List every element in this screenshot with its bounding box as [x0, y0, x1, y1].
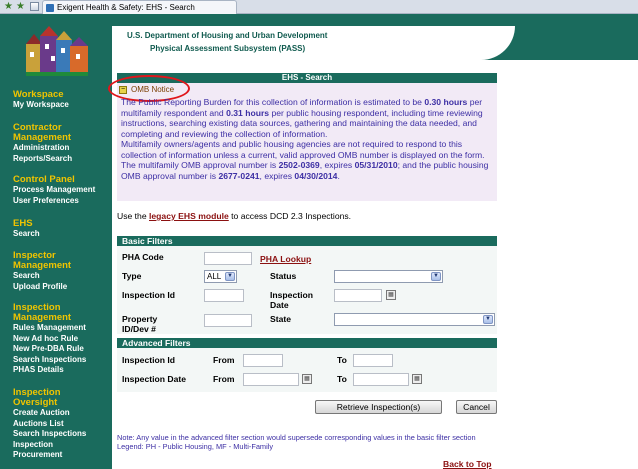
omb-text-bold: 0.31 hours: [226, 107, 270, 118]
chevron-down-icon[interactable]: ▼: [431, 272, 441, 281]
retrieve-inspections-button[interactable]: Retrieve Inspection(s): [315, 400, 442, 414]
adv-date-from-label: From: [213, 374, 235, 384]
inspection-id-label: Inspection Id: [122, 290, 175, 300]
omb-text-segment: The Public Reporting Burden for this col…: [121, 97, 425, 107]
pha-code-input[interactable]: [204, 252, 252, 265]
nav-section-control-panel: Control Panel Process Management User Pr…: [13, 175, 112, 206]
pha-code-label: PHA Code: [122, 252, 164, 262]
omb-text-bold: 2502-0369: [278, 160, 320, 170]
nav-link-inspection-procurement[interactable]: Inspection Procurement: [13, 440, 73, 461]
state-select[interactable]: ▼: [334, 313, 495, 326]
legacy-prefix: Use the: [117, 211, 150, 221]
omb-text-bold: 04/30/2014: [294, 170, 338, 181]
type-label: Type: [122, 271, 142, 281]
calendar-icon[interactable]: ▦: [386, 290, 396, 300]
quick-tabs-icon[interactable]: [30, 2, 39, 11]
calendar-icon[interactable]: ▦: [302, 374, 312, 384]
favorites-star-icon[interactable]: ★: [4, 1, 13, 13]
nav-link-inspector-search[interactable]: Search: [13, 271, 112, 282]
nav-link-ehs-search[interactable]: Search: [13, 229, 112, 240]
inspection-date-label: Inspection Date: [270, 290, 313, 310]
omb-notice-text: The Public Reporting Burden for this col…: [121, 97, 493, 181]
legend-note: Legend: PH - Public Housing, MF - Multi-…: [117, 442, 274, 451]
nav-link-process-management[interactable]: Process Management: [13, 185, 112, 196]
nav-link-reports-search[interactable]: Reports/Search: [13, 154, 112, 165]
nav-heading: Workspace: [13, 89, 64, 100]
adv-date-to-label: To: [337, 374, 347, 384]
nav-heading: Inspection Management: [13, 302, 72, 323]
inspection-id-input[interactable]: [204, 289, 244, 302]
omb-text-segment: , expires: [259, 170, 295, 181]
status-label: Status: [270, 271, 297, 281]
omb-text-segment: , expires: [319, 160, 355, 170]
advanced-filter-note: Note: Any value in the advanced filter s…: [117, 433, 476, 442]
chevron-down-icon[interactable]: ▼: [483, 315, 493, 324]
agency-name: U.S. Department of Housing and Urban Dev…: [127, 31, 328, 40]
adv-date-from-input[interactable]: [243, 373, 299, 386]
nav-link-rules-management[interactable]: Rules Management: [13, 323, 112, 334]
legacy-ehs-link[interactable]: legacy EHS module: [149, 211, 229, 221]
adv-id-from-input[interactable]: [243, 354, 283, 367]
nav-heading: Contractor Management: [13, 122, 72, 143]
sidebar: Workspace My Workspace Contractor Manage…: [0, 14, 112, 469]
nav-section-contractor-management: Contractor Management Administration Rep…: [13, 123, 112, 164]
advanced-filters-header: Advanced Filters: [117, 338, 497, 348]
nav-link-user-preferences[interactable]: User Preferences: [13, 196, 112, 207]
page-favicon-icon: [46, 4, 54, 12]
filter-note: Note: Any value in the advanced filter s…: [117, 433, 497, 451]
adv-inspection-id-label: Inspection Id: [122, 355, 175, 365]
nav-section-ehs: EHS Search: [13, 219, 112, 240]
cancel-button[interactable]: Cancel: [456, 400, 497, 414]
nav-link-search-inspections[interactable]: Search Inspections: [13, 355, 112, 366]
type-selected-value: ALL: [207, 272, 222, 281]
nav-heading: Inspection Oversight: [13, 387, 61, 408]
basic-filters-header: Basic Filters: [117, 236, 497, 246]
legacy-notice: Use the legacy EHS module to access DCD …: [117, 211, 351, 221]
pha-lookup-link[interactable]: PHA Lookup: [260, 254, 311, 264]
property-id-input[interactable]: [204, 314, 252, 327]
nav-heading: EHS: [13, 218, 33, 229]
nav-link-phas-details[interactable]: PHAS Details: [13, 365, 112, 376]
back-to-top-link[interactable]: Back to Top: [443, 459, 492, 469]
chevron-down-icon[interactable]: ▼: [225, 272, 235, 281]
adv-id-from-label: From: [213, 355, 235, 365]
omb-text-bold: 05/31/2010: [354, 160, 398, 170]
omb-text-bold: 2677-0241: [218, 170, 260, 181]
nav-link-upload-profile[interactable]: Upload Profile: [13, 282, 112, 293]
browser-tab[interactable]: Exigent Health & Safety: EHS - Search: [42, 0, 237, 14]
tab-title: Exigent Health & Safety: EHS - Search: [57, 3, 195, 12]
nav-section-workspace: Workspace My Workspace: [13, 90, 112, 111]
legacy-suffix: to access DCD 2.3 Inspections.: [228, 211, 352, 221]
status-select[interactable]: ▼: [334, 270, 443, 283]
calendar-icon[interactable]: ▦: [412, 374, 422, 384]
browser-tab-strip: ★ ★ Exigent Health & Safety: EHS - Searc…: [0, 0, 638, 14]
nav-link-new-pre-dba-rule[interactable]: New Pre-DBA Rule: [13, 344, 112, 355]
state-label: State: [270, 314, 292, 324]
adv-id-to-label: To: [337, 355, 347, 365]
nav-link-auctions-list[interactable]: Auctions List: [13, 419, 112, 430]
nav-link-oversight-search-inspections[interactable]: Search Inspections: [13, 429, 112, 440]
inspection-date-input[interactable]: [334, 289, 382, 302]
adv-inspection-date-label: Inspection Date: [122, 374, 186, 384]
adv-date-to-input[interactable]: [353, 373, 409, 386]
adv-id-to-input[interactable]: [353, 354, 393, 367]
property-id-label: Property ID/Dev #: [122, 314, 158, 334]
omb-text-segment: .: [337, 170, 340, 181]
nav-link-my-workspace[interactable]: My Workspace: [13, 100, 112, 111]
nav-link-create-auction[interactable]: Create Auction: [13, 408, 112, 419]
houses-logo-icon: [26, 26, 88, 76]
omb-text-bold: 0.30 hours: [424, 97, 468, 107]
nav-heading: Inspector Management: [13, 250, 72, 271]
nav-section-inspection-oversight: Inspection Oversight Create Auction Auct…: [13, 388, 112, 461]
add-favorites-icon[interactable]: ★: [16, 1, 25, 13]
system-name: Physical Assessment Subsystem (PASS): [150, 44, 306, 53]
nav-link-administration[interactable]: Administration: [13, 143, 112, 154]
nav-section-inspector-management: Inspector Management Search Upload Profi…: [13, 251, 112, 292]
type-select[interactable]: ALL ▼: [204, 270, 237, 283]
nav-link-new-ad-hoc-rule[interactable]: New Ad hoc Rule: [13, 334, 112, 345]
nav-heading: Control Panel: [13, 174, 75, 185]
nav-section-inspection-management: Inspection Management Rules Management N…: [13, 303, 112, 376]
